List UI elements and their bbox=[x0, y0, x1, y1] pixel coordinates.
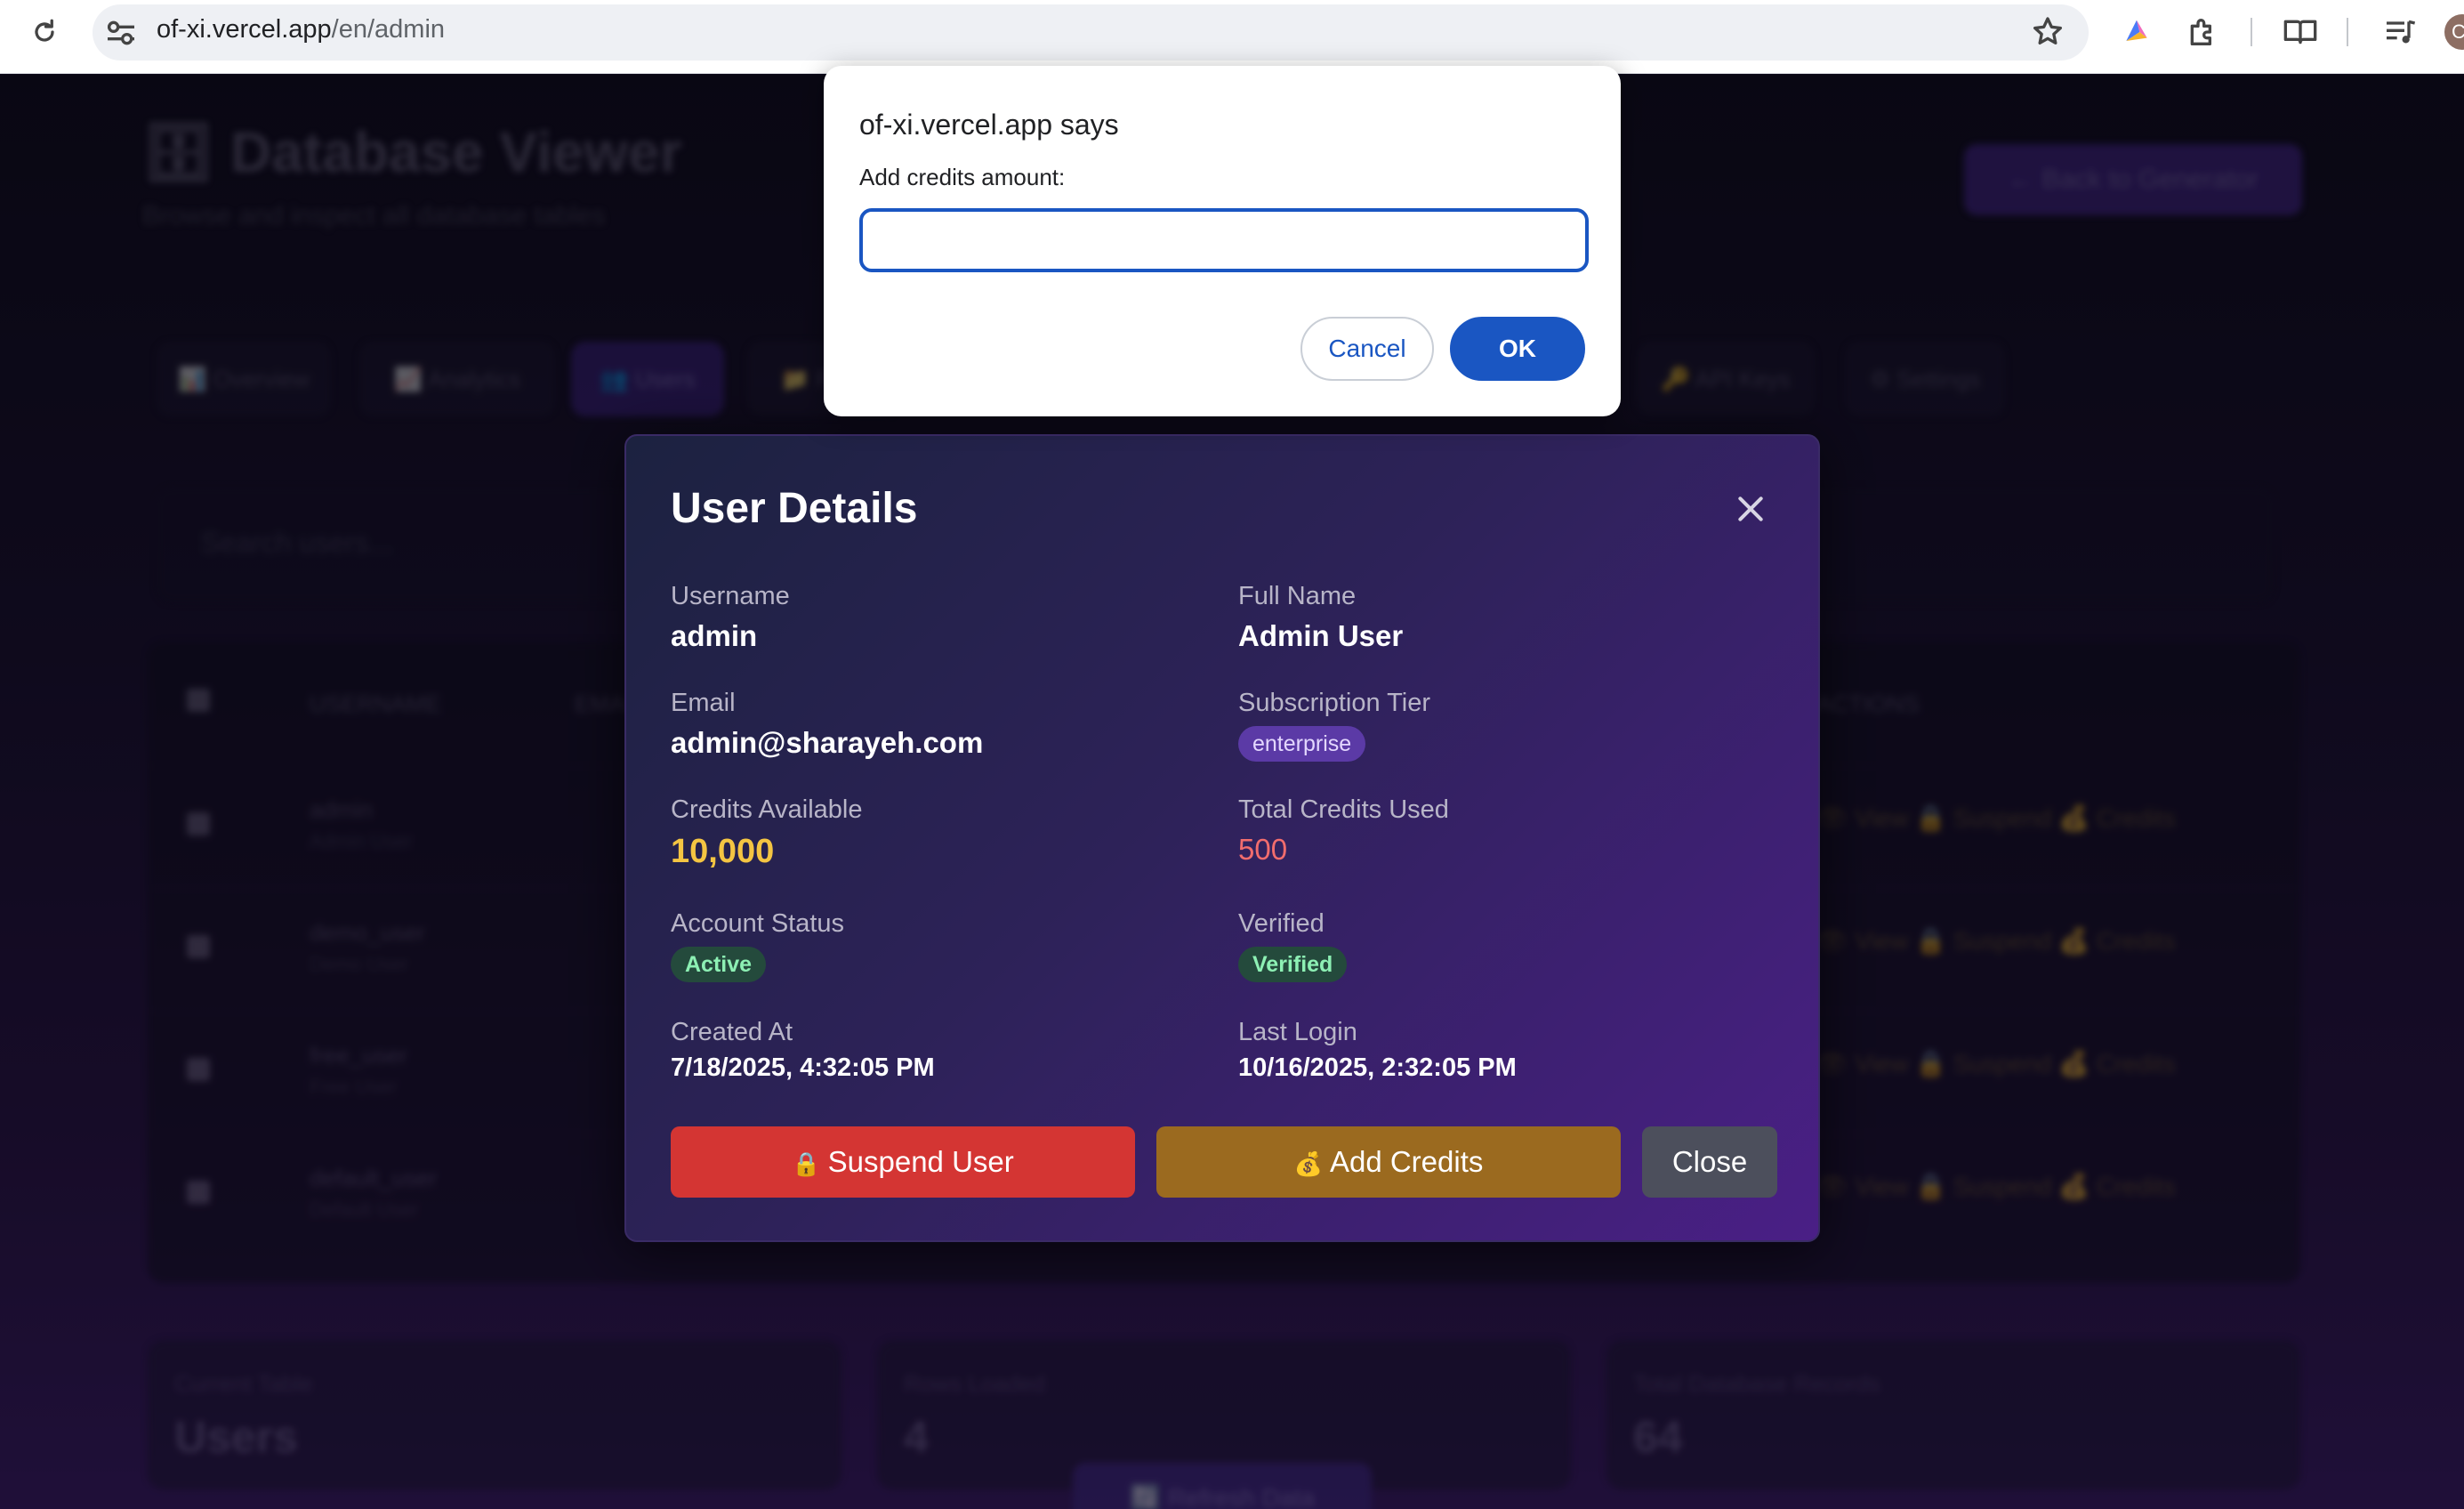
subscription-tier-label: Subscription Tier bbox=[1238, 689, 1430, 717]
email-value: admin@sharayeh.com bbox=[671, 726, 984, 759]
prompt-message: Add credits amount: bbox=[859, 164, 1066, 190]
add-credits-label: Add Credits bbox=[1329, 1145, 1484, 1178]
account-status-label: Account Status bbox=[671, 909, 845, 938]
money-bag-icon: 💰 bbox=[1293, 1150, 1323, 1177]
full-name-value: Admin User bbox=[1238, 619, 1404, 652]
tier-badge: enterprise bbox=[1238, 726, 1366, 762]
toolbar-divider bbox=[2251, 18, 2252, 46]
credits-available-label: Credits Available bbox=[671, 795, 863, 824]
url-host: of-xi.vercel.app bbox=[157, 15, 332, 44]
close-icon[interactable] bbox=[1733, 491, 1768, 527]
cancel-button[interactable]: Cancel bbox=[1300, 317, 1434, 381]
profile-avatar[interactable]: C bbox=[2444, 14, 2464, 50]
lock-icon: 🔒 bbox=[792, 1150, 821, 1177]
last-login-label: Last Login bbox=[1238, 1018, 1357, 1046]
toolbar-divider bbox=[2347, 18, 2348, 46]
close-button[interactable]: Close bbox=[1642, 1126, 1777, 1198]
username-label: Username bbox=[671, 582, 790, 610]
browser-toolbar: of-xi.vercel.app/en/admin C bbox=[0, 0, 2464, 74]
reload-icon[interactable] bbox=[28, 16, 60, 48]
verified-label: Verified bbox=[1238, 909, 1325, 938]
url-text[interactable]: of-xi.vercel.app/en/admin bbox=[157, 15, 445, 44]
total-credits-used-label: Total Credits Used bbox=[1238, 795, 1449, 824]
username-value: admin bbox=[671, 619, 758, 652]
created-at-label: Created At bbox=[671, 1018, 793, 1046]
site-info-icon[interactable] bbox=[103, 18, 139, 48]
extensions-puzzle-icon[interactable] bbox=[2185, 14, 2220, 50]
prompt-title: of-xi.vercel.app says bbox=[859, 109, 1119, 141]
suspend-user-button[interactable]: 🔒 Suspend User bbox=[671, 1126, 1135, 1198]
suspend-user-label: Suspend User bbox=[827, 1145, 1014, 1178]
modal-title: User Details bbox=[671, 485, 918, 532]
created-at-value: 7/18/2025, 4:32:05 PM bbox=[671, 1053, 935, 1082]
reading-mode-icon[interactable] bbox=[2283, 14, 2318, 50]
user-details-modal: User Details Username admin Email admin@… bbox=[624, 434, 1820, 1242]
bookmark-star-icon[interactable] bbox=[2030, 14, 2065, 50]
full-name-label: Full Name bbox=[1238, 582, 1357, 610]
media-queue-icon[interactable] bbox=[2382, 14, 2418, 50]
add-credits-button[interactable]: 💰 Add Credits bbox=[1156, 1126, 1621, 1198]
ok-button[interactable]: OK bbox=[1450, 317, 1585, 381]
last-login-value: 10/16/2025, 2:32:05 PM bbox=[1238, 1053, 1517, 1082]
status-badge: Active bbox=[671, 947, 767, 982]
total-credits-used-value: 500 bbox=[1238, 833, 1288, 866]
url-path: /en/admin bbox=[331, 15, 446, 44]
email-label: Email bbox=[671, 689, 736, 717]
credits-available-value: 10,000 bbox=[671, 833, 775, 870]
credits-amount-input[interactable] bbox=[859, 208, 1589, 272]
browser-prompt-dialog: of-xi.vercel.app says Add credits amount… bbox=[824, 66, 1621, 416]
extension-app-icon[interactable] bbox=[2119, 14, 2154, 50]
verified-badge: Verified bbox=[1238, 947, 1348, 982]
